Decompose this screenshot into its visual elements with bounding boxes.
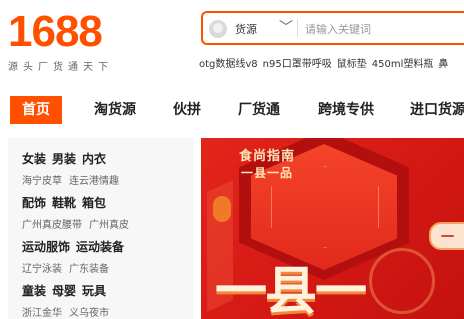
banner-pill-text: 一 — [441, 230, 455, 245]
hot-keyword[interactable]: otg数据线v8 — [199, 59, 258, 70]
site-logo[interactable]: 1688 源头厂货通天下 — [8, 7, 113, 74]
nav-item-kuajing[interactable]: 跨境专供 — [318, 96, 374, 124]
hot-keyword[interactable]: 鼻 — [438, 59, 448, 70]
search-divider — [297, 19, 298, 37]
category-link[interactable]: 玩具 — [82, 284, 106, 298]
banner-decor-ring — [369, 248, 435, 314]
hot-keywords: otg数据线v8 n95口罩带呼吸 鼠标垫 450ml塑料瓶鼻 — [199, 55, 453, 70]
subcategory-link[interactable]: 广州真皮 — [89, 220, 129, 231]
category-group: 运动服饰 运动装备 辽宁泳装 广东装备 — [22, 238, 130, 275]
subcategory-link[interactable]: 连云港情趣 — [69, 176, 119, 187]
search-bar: 货源 ﹀ — [201, 11, 464, 45]
banner-headline: 一县一 — [215, 262, 367, 319]
category-link[interactable]: 运动服饰 — [22, 240, 70, 254]
category-link[interactable]: 母婴 — [52, 284, 76, 298]
nav-item-taohuoyuan[interactable]: 淘货源 — [94, 96, 136, 124]
category-link[interactable]: 男装 — [52, 152, 76, 166]
category-link[interactable]: 童装 — [22, 284, 46, 298]
subcategory-link[interactable]: 广东装备 — [69, 264, 109, 275]
banner-title: 食尚指南 一县一品 — [237, 148, 297, 182]
search-type-icon[interactable] — [209, 20, 227, 38]
subcategory-link[interactable]: 辽宁泳装 — [22, 264, 62, 275]
search-input[interactable] — [303, 17, 464, 41]
category-group: 女装 男装 内衣 海宁皮草 连云港情趣 — [22, 150, 126, 187]
category-link[interactable]: 箱包 — [82, 196, 106, 210]
chevron-down-icon[interactable]: ﹀ — [279, 17, 293, 37]
banner-title-line2: 一县一品 — [240, 166, 293, 180]
banner-title-line1: 食尚指南 — [238, 149, 295, 164]
nav-item-changhuotong[interactable]: 厂货通 — [238, 96, 280, 124]
lantern-icon — [213, 196, 231, 222]
hot-keyword[interactable]: n95口罩带呼吸 — [263, 59, 332, 70]
subcategory-link[interactable]: 海宁皮草 — [22, 176, 62, 187]
search-category-select[interactable]: 货源 — [235, 21, 257, 37]
promo-banner[interactable]: 食尚指南 一县一品 一 一县一 — [201, 138, 464, 319]
subcategory-link[interactable]: 浙江金华 — [22, 308, 62, 319]
logo-text: 1688 — [8, 7, 103, 56]
subcategory-link[interactable]: 广州真皮腰带 — [22, 220, 82, 231]
nav-item-home[interactable]: 首页 — [10, 96, 62, 124]
category-link[interactable]: 女装 — [22, 152, 46, 166]
slogan: 源头厂货通天下 — [8, 62, 113, 73]
hot-keyword[interactable]: 450ml塑料瓶 — [372, 59, 434, 70]
category-link[interactable]: 运动装备 — [76, 240, 124, 254]
category-link[interactable]: 内衣 — [82, 152, 106, 166]
nav-item-jinkou[interactable]: 进口货源 — [410, 96, 464, 124]
category-link[interactable]: 配饰 — [22, 196, 46, 210]
hot-keyword[interactable]: 鼠标垫 — [337, 59, 367, 70]
main-nav: 首页 淘货源 伙拼 厂货通 跨境专供 进口货源 — [0, 96, 464, 124]
category-link[interactable]: 鞋靴 — [52, 196, 76, 210]
category-group: 配饰 鞋靴 箱包 广州真皮腰带 广州真皮 — [22, 194, 136, 231]
banner-pill: 一 — [429, 222, 464, 250]
subcategory-link[interactable]: 义乌夜市 — [69, 308, 109, 319]
category-group: 童装 母婴 玩具 浙江金华 义乌夜市 — [22, 282, 116, 319]
nav-item-huopin[interactable]: 伙拼 — [173, 96, 201, 124]
